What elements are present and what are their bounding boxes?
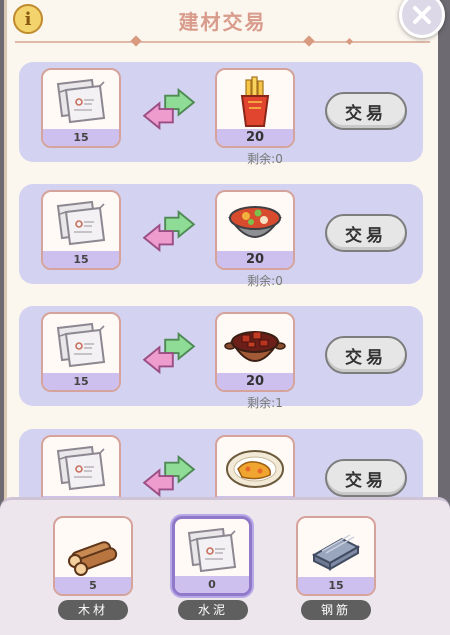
material-label: 钢筋 <box>301 600 371 620</box>
cement-bag-icon <box>57 323 105 367</box>
get-item-slot: 20 <box>215 68 295 148</box>
material-label: 水泥 <box>178 600 248 620</box>
give-quantity: 15 <box>43 373 119 390</box>
steel-bars-icon <box>311 534 361 571</box>
trade-row: 15 20 剩余:1 交易 <box>19 306 423 410</box>
remaining-count: 剩余:1 <box>247 396 283 410</box>
trade-button[interactable]: 交易 <box>325 214 407 252</box>
cement-bag-icon <box>57 201 105 245</box>
cement-bag-icon <box>188 528 236 572</box>
give-item-slot: 15 <box>41 190 121 270</box>
vegetable-stew-bowl-icon <box>228 206 282 238</box>
give-item-slot <box>41 435 121 502</box>
get-quantity: 20 <box>217 129 293 146</box>
divider-ornament <box>130 35 142 47</box>
remaining-count: 剩余:0 <box>247 274 283 288</box>
give-item-slot: 15 <box>41 312 121 392</box>
give-quantity: 15 <box>43 129 119 146</box>
braised-meat-pot-icon <box>224 331 286 362</box>
curry-rice-plate-icon <box>226 450 284 488</box>
get-quantity: 20 <box>217 373 293 390</box>
cement-bag-icon <box>57 446 105 490</box>
get-item-slot <box>215 435 295 502</box>
cement-bag-icon <box>57 79 105 123</box>
panel-header: i 建材交易 <box>7 0 438 56</box>
exchange-arrows-icon <box>143 88 195 130</box>
wood-logs-icon <box>68 541 118 576</box>
exchange-arrows-icon <box>143 210 195 252</box>
trade-row: 15 20 剩余:0 交易 <box>19 62 423 166</box>
get-item-slot: 20 <box>215 190 295 270</box>
title-divider <box>15 41 430 43</box>
get-quantity: 20 <box>217 251 293 268</box>
trade-row: 15 20 剩余:0 交易 <box>19 184 423 288</box>
material-quantity: 0 <box>175 576 249 593</box>
page-title: 建材交易 <box>178 10 267 34</box>
material-inventory-bar: 5 木材 0 水泥 15 钢筋 <box>0 497 450 635</box>
trade-button[interactable]: 交易 <box>325 459 407 497</box>
remaining-count: 剩余:0 <box>247 152 283 166</box>
exchange-arrows-icon <box>143 455 195 497</box>
divider-ornament <box>345 37 354 46</box>
material-slot-cement[interactable]: 0 <box>172 516 252 596</box>
material-label: 木材 <box>58 600 128 620</box>
trade-row: 交易 <box>19 429 423 502</box>
give-quantity: 15 <box>43 251 119 268</box>
exchange-arrows-icon <box>143 332 195 374</box>
divider-ornament <box>303 35 315 47</box>
trade-button[interactable]: 交易 <box>325 336 407 374</box>
close-button[interactable] <box>399 0 445 38</box>
close-icon <box>413 6 431 24</box>
material-quantity: 5 <box>55 577 131 594</box>
get-item-slot: 20 <box>215 312 295 392</box>
material-slot-steel[interactable]: 15 <box>296 516 376 596</box>
french-fries-icon <box>240 76 270 127</box>
give-item-slot: 15 <box>41 68 121 148</box>
material-slot-wood[interactable]: 5 <box>53 516 133 596</box>
trade-list[interactable]: 15 20 剩余:0 交易 15 20 剩余:0 交易 15 20 剩余:1 交… <box>19 62 423 502</box>
material-quantity: 15 <box>298 577 374 594</box>
trade-button[interactable]: 交易 <box>325 92 407 130</box>
